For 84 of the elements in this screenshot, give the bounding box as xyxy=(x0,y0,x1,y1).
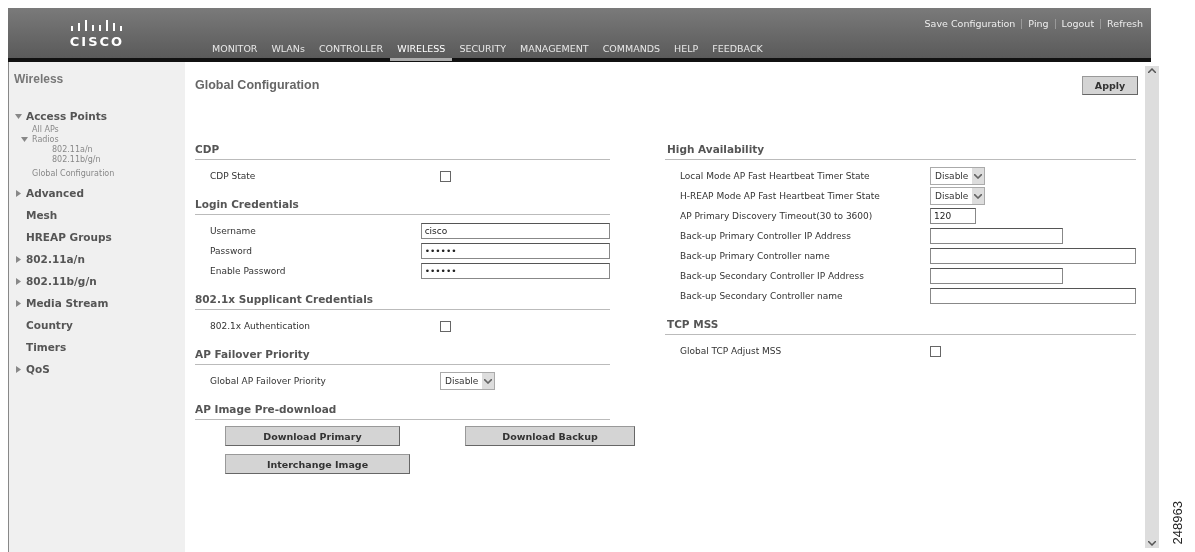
scroll-down-icon[interactable] xyxy=(1148,539,1156,548)
menu-tab[interactable]: SECURITY xyxy=(452,40,514,61)
collapsed-arrow-icon[interactable] xyxy=(15,277,22,285)
collapsed-arrow-icon[interactable] xyxy=(15,365,22,373)
dropdown[interactable]: Disable xyxy=(930,167,986,185)
menu-tab[interactable]: COMMANDS xyxy=(595,40,668,61)
field-label: Username xyxy=(210,225,257,237)
section-heading: High Availability xyxy=(666,142,766,157)
input-field[interactable] xyxy=(930,248,1136,264)
input-field[interactable] xyxy=(930,268,1063,284)
field-label: Back-up Primary Controller name xyxy=(680,250,831,262)
logo-bars-icon xyxy=(70,19,124,32)
checkbox[interactable] xyxy=(930,345,941,357)
dropdown[interactable]: Disable xyxy=(930,187,986,205)
field-label: Enable Password xyxy=(210,265,287,277)
figure-number: 248963 xyxy=(1169,500,1185,544)
input-field[interactable]: cisco xyxy=(420,223,610,239)
action-button[interactable]: Download Primary xyxy=(225,426,400,446)
expanded-arrow-icon[interactable] xyxy=(15,112,22,120)
section-heading: TCP MSS xyxy=(666,317,720,332)
menu-tab[interactable]: MONITOR xyxy=(205,40,265,61)
sidebar-item[interactable]: Timers xyxy=(26,341,67,353)
field-label: Global AP Failover Priority xyxy=(210,375,327,387)
expanded-arrow-icon[interactable] xyxy=(21,135,28,143)
input-field[interactable] xyxy=(930,228,1063,244)
checkbox[interactable] xyxy=(440,320,451,332)
sidebar-item[interactable]: Global Configuration xyxy=(32,168,115,178)
field-label: Local Mode AP Fast Heartbeat Timer State xyxy=(680,170,871,182)
sidebar-item[interactable]: Radios xyxy=(32,134,59,144)
menu-tab[interactable]: CONTROLLER xyxy=(311,40,391,61)
sidebar-item[interactable]: QoS xyxy=(26,363,50,375)
field-label: Back-up Primary Controller IP Address xyxy=(680,230,852,242)
caret-icon[interactable] xyxy=(974,193,983,199)
input-field[interactable]: •••••• xyxy=(420,263,610,279)
scroll-up-icon[interactable] xyxy=(1148,66,1156,75)
menu-tab[interactable]: MANAGEMENT xyxy=(513,40,596,61)
section-heading: AP Failover Priority xyxy=(195,347,311,362)
field-label: Global TCP Adjust MSS xyxy=(680,345,783,357)
section-heading: CDP xyxy=(195,142,221,157)
section-heading: AP Image Pre-download xyxy=(195,402,338,417)
menu-tab[interactable]: FEEDBACK xyxy=(705,40,770,61)
header-link[interactable]: Refresh xyxy=(1107,18,1143,29)
field-label: CDP State xyxy=(210,170,257,182)
action-button[interactable]: Interchange Image xyxy=(225,454,410,474)
input-field[interactable]: 120 xyxy=(930,208,976,224)
page-title: Global Configuration xyxy=(195,78,320,92)
header-link[interactable]: Logout xyxy=(1061,18,1095,29)
sidebar-item[interactable]: Media Stream xyxy=(26,297,109,309)
field-label: Password xyxy=(210,245,254,257)
menu-tab[interactable]: WLANs xyxy=(264,40,312,61)
menu-tab[interactable]: WIRELESS xyxy=(390,40,453,61)
sidebar-item[interactable]: HREAP Groups xyxy=(26,231,112,243)
field-label: H-REAP Mode AP Fast Heartbeat Timer State xyxy=(680,190,881,202)
sidebar-item[interactable]: 802.11b/g/n xyxy=(26,275,97,287)
caret-icon[interactable] xyxy=(974,173,983,179)
collapsed-arrow-icon[interactable] xyxy=(15,189,22,197)
menu-tab[interactable]: HELP xyxy=(667,40,706,61)
checkbox[interactable] xyxy=(440,170,451,182)
input-field[interactable] xyxy=(930,288,1136,304)
caret-icon[interactable] xyxy=(484,378,493,384)
field-label: Back-up Secondary Controller IP Address xyxy=(680,270,865,282)
logo-wordmark: CISCO xyxy=(69,33,125,49)
field-label: Back-up Secondary Controller name xyxy=(680,290,844,302)
collapsed-arrow-icon[interactable] xyxy=(15,299,22,307)
sidebar-item[interactable]: Country xyxy=(26,319,73,331)
section-heading: 802.1x Supplicant Credentials xyxy=(195,292,375,307)
sidebar-item[interactable]: All APs xyxy=(32,124,59,134)
field-label: AP Primary Discovery Timeout(30 to 3600) xyxy=(680,210,874,222)
input-field[interactable]: •••••• xyxy=(420,243,610,259)
sidebar-item[interactable]: Mesh xyxy=(26,209,58,221)
field-label: 802.1x Authentication xyxy=(210,320,312,332)
dropdown[interactable]: Disable xyxy=(440,372,496,390)
action-button[interactable]: Download Backup xyxy=(465,426,635,446)
sidebar-title: Wireless xyxy=(13,72,65,86)
sidebar-item[interactable]: Advanced xyxy=(26,187,84,199)
sidebar-item[interactable]: 802.11a/n xyxy=(26,253,85,265)
scrollbar[interactable] xyxy=(1145,66,1159,548)
section-heading: Login Credentials xyxy=(195,197,300,212)
sidebar-item[interactable]: Access Points xyxy=(26,110,108,122)
header-link[interactable]: Ping xyxy=(1028,18,1049,29)
header-link[interactable]: Save Configuration xyxy=(924,18,1016,29)
apply-button[interactable]: Apply xyxy=(1082,75,1138,95)
collapsed-arrow-icon[interactable] xyxy=(15,255,22,263)
sidebar-item[interactable]: 802.11b/g/n xyxy=(52,154,101,164)
